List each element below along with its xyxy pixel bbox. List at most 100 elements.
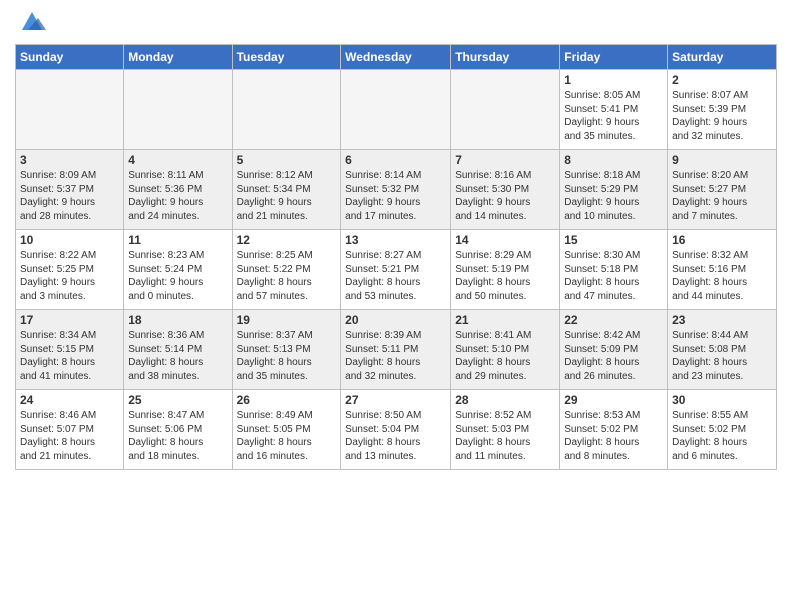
- calendar-cell: 27 Sunrise: 8:50 AM Sunset: 5:04 PM Dayli…: [341, 390, 451, 470]
- day-info: Sunrise: 8:50 AM Sunset: 5:04 PM Dayligh…: [345, 409, 446, 463]
- day-info: Sunrise: 8:37 AM Sunset: 5:13 PM Dayligh…: [237, 329, 337, 383]
- calendar-cell: 24 Sunrise: 8:46 AM Sunset: 5:07 PM Dayli…: [16, 390, 124, 470]
- day-number: 14: [455, 233, 555, 247]
- day-info: Sunrise: 8:27 AM Sunset: 5:21 PM Dayligh…: [345, 249, 446, 303]
- day-number: 25: [128, 393, 227, 407]
- day-number: 18: [128, 313, 227, 327]
- calendar-cell: [451, 70, 560, 150]
- day-number: 10: [20, 233, 119, 247]
- day-info: Sunrise: 8:46 AM Sunset: 5:07 PM Dayligh…: [20, 409, 119, 463]
- weekday-header-row: SundayMondayTuesdayWednesdayThursdayFrid…: [16, 45, 777, 70]
- day-number: 29: [564, 393, 663, 407]
- calendar-cell: 14 Sunrise: 8:29 AM Sunset: 5:19 PM Dayli…: [451, 230, 560, 310]
- day-info: Sunrise: 8:47 AM Sunset: 5:06 PM Dayligh…: [128, 409, 227, 463]
- calendar-cell: 18 Sunrise: 8:36 AM Sunset: 5:14 PM Dayli…: [124, 310, 232, 390]
- day-number: 6: [345, 153, 446, 167]
- calendar-cell: 22Sunrise: 8:42 AM Sunset: 5:09 PM Dayli…: [560, 310, 668, 390]
- calendar-cell: 30Sunrise: 8:55 AM Sunset: 5:02 PM Dayli…: [668, 390, 777, 470]
- calendar-cell: 3 Sunrise: 8:09 AM Sunset: 5:37 PM Daylig…: [16, 150, 124, 230]
- calendar-cell: [16, 70, 124, 150]
- day-number: 1: [564, 73, 663, 87]
- calendar-cell: 1 Sunrise: 8:05 AM Sunset: 5:41 PM Daylig…: [560, 70, 668, 150]
- day-number: 19: [237, 313, 337, 327]
- day-info: Sunrise: 8:07 AM Sunset: 5:39 PM Dayligh…: [672, 89, 772, 143]
- day-number: 9: [672, 153, 772, 167]
- calendar-cell: [232, 70, 341, 150]
- day-number: 4: [128, 153, 227, 167]
- day-number: 21: [455, 313, 555, 327]
- logo: [15, 14, 46, 36]
- day-info: Sunrise: 8:12 AM Sunset: 5:34 PM Dayligh…: [237, 169, 337, 223]
- day-info: Sunrise: 8:20 AM Sunset: 5:27 PM Dayligh…: [672, 169, 772, 223]
- day-info: Sunrise: 8:23 AM Sunset: 5:24 PM Dayligh…: [128, 249, 227, 303]
- day-info: Sunrise: 8:34 AM Sunset: 5:15 PM Dayligh…: [20, 329, 119, 383]
- calendar-cell: 20Sunrise: 8:39 AM Sunset: 5:11 PM Dayli…: [341, 310, 451, 390]
- day-number: 22: [564, 313, 663, 327]
- day-number: 8: [564, 153, 663, 167]
- day-info: Sunrise: 8:16 AM Sunset: 5:30 PM Dayligh…: [455, 169, 555, 223]
- header: [15, 10, 777, 36]
- calendar-cell: [341, 70, 451, 150]
- day-number: 26: [237, 393, 337, 407]
- logo-icon: [18, 8, 46, 36]
- weekday-header-tuesday: Tuesday: [232, 45, 341, 70]
- day-info: Sunrise: 8:32 AM Sunset: 5:16 PM Dayligh…: [672, 249, 772, 303]
- day-info: Sunrise: 8:41 AM Sunset: 5:10 PM Dayligh…: [455, 329, 555, 383]
- day-number: 28: [455, 393, 555, 407]
- day-number: 15: [564, 233, 663, 247]
- calendar-table: SundayMondayTuesdayWednesdayThursdayFrid…: [15, 44, 777, 470]
- day-info: Sunrise: 8:18 AM Sunset: 5:29 PM Dayligh…: [564, 169, 663, 223]
- calendar-cell: 9 Sunrise: 8:20 AM Sunset: 5:27 PM Daylig…: [668, 150, 777, 230]
- calendar-cell: 21 Sunrise: 8:41 AM Sunset: 5:10 PM Dayli…: [451, 310, 560, 390]
- day-info: Sunrise: 8:53 AM Sunset: 5:02 PM Dayligh…: [564, 409, 663, 463]
- calendar-cell: 4 Sunrise: 8:11 AM Sunset: 5:36 PM Daylig…: [124, 150, 232, 230]
- day-info: Sunrise: 8:05 AM Sunset: 5:41 PM Dayligh…: [564, 89, 663, 143]
- calendar-cell: 12 Sunrise: 8:25 AM Sunset: 5:22 PM Dayli…: [232, 230, 341, 310]
- calendar-cell: 8 Sunrise: 8:18 AM Sunset: 5:29 PM Daylig…: [560, 150, 668, 230]
- weekday-header-monday: Monday: [124, 45, 232, 70]
- day-number: 3: [20, 153, 119, 167]
- calendar-cell: 6 Sunrise: 8:14 AM Sunset: 5:32 PM Daylig…: [341, 150, 451, 230]
- day-number: 2: [672, 73, 772, 87]
- weekday-header-thursday: Thursday: [451, 45, 560, 70]
- weekday-header-saturday: Saturday: [668, 45, 777, 70]
- calendar-cell: 13 Sunrise: 8:27 AM Sunset: 5:21 PM Dayli…: [341, 230, 451, 310]
- day-number: 23: [672, 313, 772, 327]
- day-info: Sunrise: 8:30 AM Sunset: 5:18 PM Dayligh…: [564, 249, 663, 303]
- calendar-cell: 16 Sunrise: 8:32 AM Sunset: 5:16 PM Dayli…: [668, 230, 777, 310]
- calendar-week-row: 10 Sunrise: 8:22 AM Sunset: 5:25 PM Dayli…: [16, 230, 777, 310]
- day-number: 7: [455, 153, 555, 167]
- day-number: 20: [345, 313, 446, 327]
- day-number: 13: [345, 233, 446, 247]
- calendar-week-row: 3 Sunrise: 8:09 AM Sunset: 5:37 PM Daylig…: [16, 150, 777, 230]
- day-info: Sunrise: 8:09 AM Sunset: 5:37 PM Dayligh…: [20, 169, 119, 223]
- calendar-cell: [124, 70, 232, 150]
- calendar-week-row: 1 Sunrise: 8:05 AM Sunset: 5:41 PM Daylig…: [16, 70, 777, 150]
- calendar-cell: 28 Sunrise: 8:52 AM Sunset: 5:03 PM Dayli…: [451, 390, 560, 470]
- calendar-cell: 26Sunrise: 8:49 AM Sunset: 5:05 PM Dayli…: [232, 390, 341, 470]
- page: SundayMondayTuesdayWednesdayThursdayFrid…: [0, 0, 792, 480]
- calendar-week-row: 17Sunrise: 8:34 AM Sunset: 5:15 PM Dayli…: [16, 310, 777, 390]
- calendar-cell: 11 Sunrise: 8:23 AM Sunset: 5:24 PM Dayli…: [124, 230, 232, 310]
- calendar-cell: 19 Sunrise: 8:37 AM Sunset: 5:13 PM Dayli…: [232, 310, 341, 390]
- day-info: Sunrise: 8:22 AM Sunset: 5:25 PM Dayligh…: [20, 249, 119, 303]
- day-number: 11: [128, 233, 227, 247]
- day-info: Sunrise: 8:44 AM Sunset: 5:08 PM Dayligh…: [672, 329, 772, 383]
- day-number: 27: [345, 393, 446, 407]
- day-info: Sunrise: 8:52 AM Sunset: 5:03 PM Dayligh…: [455, 409, 555, 463]
- day-number: 16: [672, 233, 772, 247]
- day-info: Sunrise: 8:36 AM Sunset: 5:14 PM Dayligh…: [128, 329, 227, 383]
- calendar-cell: 10 Sunrise: 8:22 AM Sunset: 5:25 PM Dayli…: [16, 230, 124, 310]
- day-number: 12: [237, 233, 337, 247]
- calendar-cell: 5Sunrise: 8:12 AM Sunset: 5:34 PM Daylig…: [232, 150, 341, 230]
- calendar-cell: 25 Sunrise: 8:47 AM Sunset: 5:06 PM Dayli…: [124, 390, 232, 470]
- day-number: 24: [20, 393, 119, 407]
- day-number: 30: [672, 393, 772, 407]
- day-info: Sunrise: 8:11 AM Sunset: 5:36 PM Dayligh…: [128, 169, 227, 223]
- calendar-cell: 7 Sunrise: 8:16 AM Sunset: 5:30 PM Daylig…: [451, 150, 560, 230]
- day-info: Sunrise: 8:14 AM Sunset: 5:32 PM Dayligh…: [345, 169, 446, 223]
- day-info: Sunrise: 8:29 AM Sunset: 5:19 PM Dayligh…: [455, 249, 555, 303]
- weekday-header-friday: Friday: [560, 45, 668, 70]
- calendar-cell: 15 Sunrise: 8:30 AM Sunset: 5:18 PM Dayli…: [560, 230, 668, 310]
- day-info: Sunrise: 8:25 AM Sunset: 5:22 PM Dayligh…: [237, 249, 337, 303]
